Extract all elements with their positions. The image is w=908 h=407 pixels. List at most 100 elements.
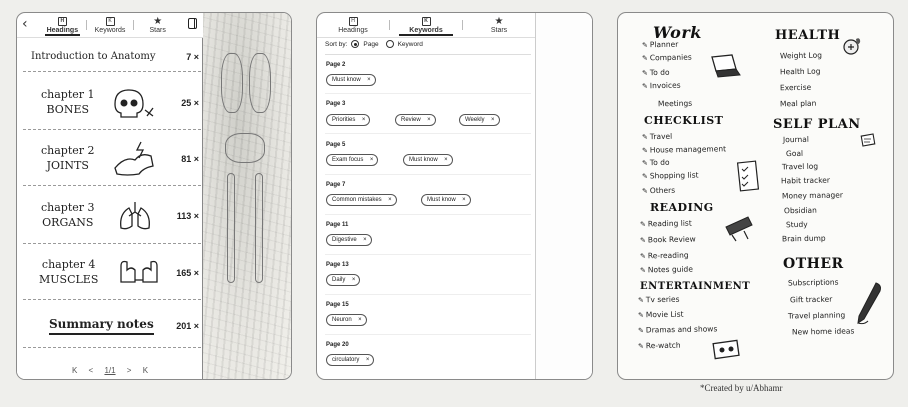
index-link[interactable]: To do [642,158,670,167]
cassette-doodle-icon [712,339,740,360]
toc-item[interactable]: chapter 3 ORGANS 113 × [23,188,201,244]
keyword-chip[interactable]: circulatory × [326,354,375,366]
index-link[interactable]: Exercise [780,83,811,93]
index-link[interactable]: Book Review [640,235,696,245]
toc-item-page[interactable]: 165 × [176,268,199,278]
keyword-chip[interactable]: Must know × [326,74,376,86]
index-link[interactable]: New home ideas [792,326,855,336]
index-link[interactable]: Companies [642,53,692,63]
tab-stars[interactable]: ★ Stars [134,13,181,37]
toc-item-page[interactable]: 81 × [181,154,199,164]
remove-icon[interactable]: × [363,235,367,245]
index-link[interactable]: House management [642,144,726,154]
index-link[interactable]: Others [642,186,675,196]
index-link[interactable]: Meetings [658,99,692,109]
index-link[interactable]: Movie List [638,310,684,320]
index-link[interactable]: Weight Log [780,51,822,61]
tab-headings[interactable]: H Headings [39,13,86,37]
tab-bar: ‹ H Headings K Keywords ★ Stars [17,13,203,38]
tab-label: Keywords [94,26,126,34]
toc-item-page[interactable]: 25 × [181,98,199,108]
index-link[interactable]: Subscriptions [788,278,839,288]
index-link[interactable]: Re-reading [640,251,689,261]
index-link[interactable]: Re-watch [638,341,681,351]
index-link[interactable]: Journal [783,135,809,144]
pagination: K < 1/1 > K [17,366,203,375]
tab-keywords[interactable]: K Keywords [87,13,134,37]
tab-stars[interactable]: ★ Stars [463,13,535,37]
remove-icon[interactable]: × [367,75,371,85]
next-page-button[interactable]: > [127,366,132,375]
index-link[interactable]: Habit tracker [781,176,830,186]
joint-doodle-icon [114,141,154,176]
keyword-chip[interactable]: Digestive × [326,234,372,246]
index-link[interactable]: Travel [642,132,672,142]
sidebar-toggle-button[interactable] [181,13,203,37]
index-link[interactable]: Gift tracker [790,295,832,305]
index-link[interactable]: Travel log [782,162,818,172]
keyword-chip-label: Must know [332,77,361,83]
remove-icon[interactable]: × [362,115,366,125]
index-link[interactable]: Planner [642,40,679,50]
toc-item-page[interactable]: 7 × [186,52,199,62]
keyword-chip[interactable]: Weekly × [459,114,500,126]
toc-item[interactable]: chapter 1 BONES 25 × [23,76,201,130]
index-link[interactable]: Study [786,220,808,229]
keyword-chip[interactable]: Common mistakes × [326,194,397,206]
tab-label: Headings [46,26,79,34]
keyword-chip[interactable]: Neuron × [326,314,367,326]
toc-item-page[interactable]: 201 × [176,321,199,331]
keyword-chip[interactable]: Must know × [403,154,453,166]
headings-panel: ‹ H Headings K Keywords ★ Stars Introductio… [16,12,292,380]
toc-item-page[interactable]: 113 × [177,211,199,221]
remove-icon[interactable]: × [370,155,374,165]
index-link[interactable]: Shopping list [642,171,699,181]
toc-item[interactable]: Summary notes 201 × [23,304,201,348]
index-link[interactable]: Notes guide [640,265,693,275]
toc-item[interactable]: chapter 4 MUSCLES 165 × [23,246,201,300]
remove-icon[interactable]: × [358,315,362,325]
remove-icon[interactable]: × [427,115,431,125]
last-page-button[interactable]: K [143,366,148,375]
index-link[interactable]: Dramas and shows [638,324,718,334]
index-link[interactable]: Reading list [640,219,692,229]
remove-icon[interactable]: × [462,195,466,205]
index-link[interactable]: Money manager [782,190,843,200]
index-link[interactable]: Brain dump [782,234,826,244]
toc-item[interactable]: chapter 2 JOINTS 81 × [23,132,201,186]
prev-page-button[interactable]: < [89,366,94,375]
back-button[interactable]: ‹ [17,13,39,37]
toc-item[interactable]: Introduction to Anatomy 7 × [23,42,201,72]
remove-icon[interactable]: × [388,195,392,205]
keyword-chip[interactable]: Exam focus × [326,154,379,166]
index-link[interactable]: Travel planning [788,311,845,321]
sort-control: Sort by: Page Keyword [325,40,423,48]
sort-option-label[interactable]: Page [363,41,378,48]
tab-headings[interactable]: H Headings [317,13,389,37]
first-page-button[interactable]: K [72,366,77,375]
chevron-left-icon: ‹ [22,16,28,32]
page-indicator: 1/1 [104,366,116,375]
remove-icon[interactable]: × [491,115,495,125]
sort-page-radio[interactable] [351,40,360,48]
keyword-chip[interactable]: Review × [395,114,436,126]
index-link[interactable]: Tv series [638,295,680,305]
index-link[interactable]: Goal [786,149,803,158]
index-link[interactable]: Health Log [780,67,821,77]
index-link[interactable]: Obsidian [784,206,817,216]
keyword-chip[interactable]: Daily × [326,274,361,286]
index-link[interactable]: To do [642,68,670,77]
table-of-contents: Introduction to Anatomy 7 × chapter 1 BO… [17,38,203,379]
index-link[interactable]: Invoices [642,81,681,91]
remove-icon[interactable]: × [444,155,448,165]
index-link[interactable]: Meal plan [780,99,816,109]
remove-icon[interactable]: × [366,355,370,365]
tab-bar: H Headings K Keywords ★ Stars [317,13,535,38]
keyword-chip[interactable]: Priorities × [326,114,371,126]
tab-keywords[interactable]: K Keywords [390,13,462,37]
remove-icon[interactable]: × [352,275,356,285]
sidebar-toggle-icon [188,18,198,29]
keyword-chip[interactable]: Must know × [421,194,471,206]
sort-keyword-radio[interactable] [385,40,394,48]
sort-option-label[interactable]: Keyword [398,41,423,48]
